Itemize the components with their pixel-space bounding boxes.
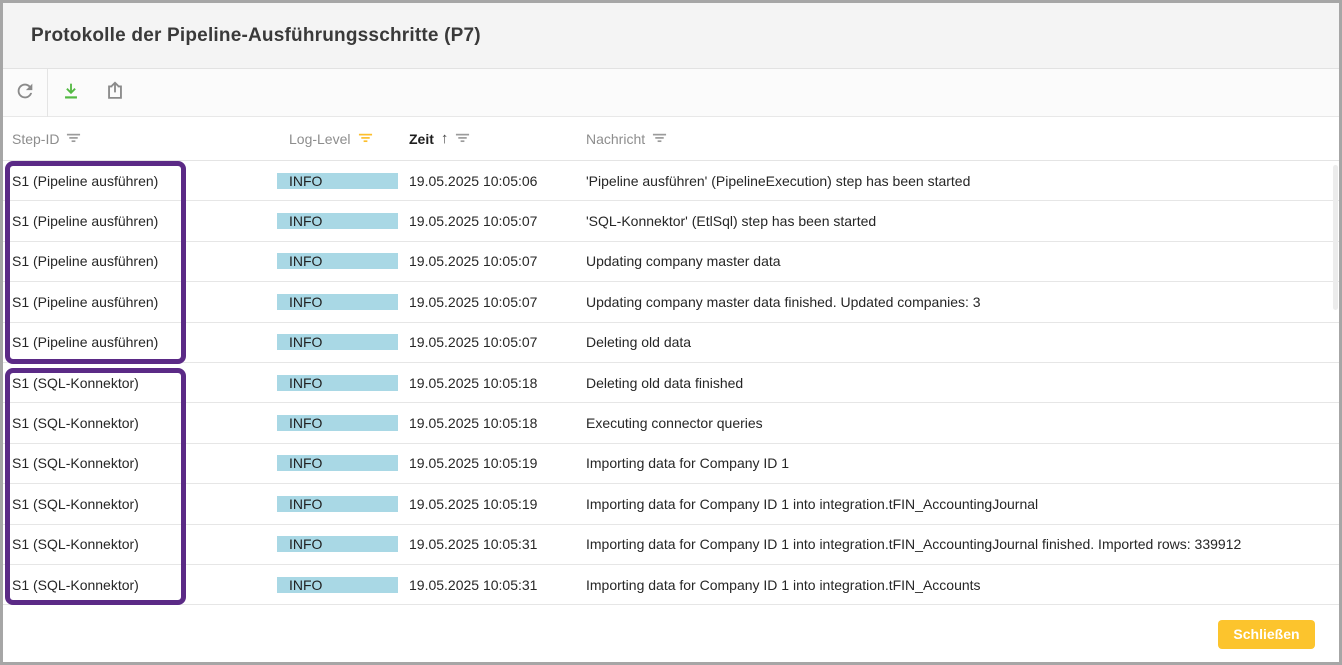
cell-log-level: INFO	[277, 444, 398, 483]
toolbar-divider	[47, 69, 48, 117]
table-row[interactable]: S1 (Pipeline ausführen) INFO 19.05.2025 …	[3, 201, 1339, 241]
filter-icon[interactable]	[66, 131, 81, 147]
cell-zeit: 19.05.2025 10:05:07	[398, 242, 586, 281]
pipeline-logs-dialog: Protokolle der Pipeline-Ausführungsschri…	[0, 0, 1342, 665]
cell-nachricht: 'SQL-Konnektor' (EtlSql) step has been s…	[586, 201, 1339, 240]
refresh-icon	[14, 80, 36, 105]
log-level-badge: INFO	[277, 213, 398, 229]
log-level-badge: INFO	[277, 496, 398, 512]
table-row[interactable]: S1 (Pipeline ausführen) INFO 19.05.2025 …	[3, 161, 1339, 201]
column-label-zeit: Zeit	[409, 131, 434, 147]
cell-step-id: S1 (SQL-Konnektor)	[3, 565, 277, 604]
cell-log-level: INFO	[277, 323, 398, 362]
cell-step-id: S1 (SQL-Konnektor)	[3, 363, 277, 402]
upload-icon	[104, 80, 126, 105]
table-row[interactable]: S1 (Pipeline ausführen) INFO 19.05.2025 …	[3, 282, 1339, 322]
cell-log-level: INFO	[277, 201, 398, 240]
cell-nachricht: 'Pipeline ausführen' (PipelineExecution)…	[586, 161, 1339, 200]
table-row[interactable]: S1 (SQL-Konnektor) INFO 19.05.2025 10:05…	[3, 565, 1339, 605]
column-label-log-level: Log-Level	[289, 131, 351, 147]
cell-nachricht: Deleting old data	[586, 323, 1339, 362]
cell-nachricht: Updating company master data	[586, 242, 1339, 281]
filter-icon-active[interactable]	[358, 131, 373, 147]
cell-step-id: S1 (Pipeline ausführen)	[3, 201, 277, 240]
cell-nachricht: Importing data for Company ID 1 into int…	[586, 565, 1339, 604]
log-level-badge: INFO	[277, 253, 398, 269]
filter-icon[interactable]	[652, 131, 667, 147]
log-level-badge: INFO	[277, 334, 398, 350]
cell-step-id: S1 (SQL-Konnektor)	[3, 525, 277, 564]
log-level-badge: INFO	[277, 415, 398, 431]
cell-zeit: 19.05.2025 10:05:18	[398, 403, 586, 442]
download-button[interactable]	[54, 76, 88, 110]
column-header-log-level[interactable]: Log-Level	[277, 131, 398, 147]
cell-zeit: 19.05.2025 10:05:07	[398, 282, 586, 321]
table-row[interactable]: S1 (Pipeline ausführen) INFO 19.05.2025 …	[3, 242, 1339, 282]
cell-step-id: S1 (Pipeline ausführen)	[3, 242, 277, 281]
cell-log-level: INFO	[277, 282, 398, 321]
download-icon	[60, 80, 82, 105]
log-level-badge: INFO	[277, 536, 398, 552]
column-label-nachricht: Nachricht	[586, 131, 645, 147]
cell-log-level: INFO	[277, 242, 398, 281]
sort-asc-icon: ↑	[441, 130, 449, 147]
cell-log-level: INFO	[277, 525, 398, 564]
log-level-badge: INFO	[277, 375, 398, 391]
cell-log-level: INFO	[277, 565, 398, 604]
cell-nachricht: Updating company master data finished. U…	[586, 282, 1339, 321]
table-row[interactable]: S1 (SQL-Konnektor) INFO 19.05.2025 10:05…	[3, 525, 1339, 565]
toolbar	[3, 69, 1339, 117]
dialog-footer: Schließen	[3, 606, 1339, 662]
log-level-badge: INFO	[277, 577, 398, 593]
cell-zeit: 19.05.2025 10:05:31	[398, 525, 586, 564]
column-header-nachricht[interactable]: Nachricht	[586, 131, 1339, 147]
table-row[interactable]: S1 (Pipeline ausführen) INFO 19.05.2025 …	[3, 323, 1339, 363]
cell-zeit: 19.05.2025 10:05:07	[398, 323, 586, 362]
vertical-scrollbar-thumb[interactable]	[1333, 165, 1338, 310]
cell-nachricht: Importing data for Company ID 1 into int…	[586, 525, 1339, 564]
cell-zeit: 19.05.2025 10:05:31	[398, 565, 586, 604]
cell-zeit: 19.05.2025 10:05:19	[398, 444, 586, 483]
cell-nachricht: Executing connector queries	[586, 403, 1339, 442]
column-header-zeit[interactable]: Zeit ↑	[398, 130, 586, 147]
column-header-step-id[interactable]: Step-ID	[3, 131, 277, 147]
cell-zeit: 19.05.2025 10:05:18	[398, 363, 586, 402]
dialog-titlebar: Protokolle der Pipeline-Ausführungsschri…	[3, 3, 1339, 69]
refresh-button[interactable]	[8, 76, 42, 110]
log-level-badge: INFO	[277, 455, 398, 471]
log-level-badge: INFO	[277, 294, 398, 310]
table-header: Step-ID Log-Level Zeit ↑	[3, 117, 1339, 161]
cell-zeit: 19.05.2025 10:05:07	[398, 201, 586, 240]
cell-nachricht: Importing data for Company ID 1	[586, 444, 1339, 483]
upload-button[interactable]	[98, 76, 132, 110]
cell-step-id: S1 (SQL-Konnektor)	[3, 484, 277, 523]
cell-step-id: S1 (Pipeline ausführen)	[3, 161, 277, 200]
cell-log-level: INFO	[277, 484, 398, 523]
cell-log-level: INFO	[277, 161, 398, 200]
cell-step-id: S1 (Pipeline ausführen)	[3, 282, 277, 321]
page-title: Protokolle der Pipeline-Ausführungsschri…	[31, 25, 481, 47]
close-button[interactable]: Schließen	[1218, 620, 1315, 649]
cell-zeit: 19.05.2025 10:05:19	[398, 484, 586, 523]
cell-log-level: INFO	[277, 403, 398, 442]
table-body: S1 (Pipeline ausführen) INFO 19.05.2025 …	[3, 161, 1339, 606]
cell-log-level: INFO	[277, 363, 398, 402]
table-row[interactable]: S1 (SQL-Konnektor) INFO 19.05.2025 10:05…	[3, 444, 1339, 484]
filter-icon[interactable]	[455, 131, 470, 147]
cell-nachricht: Deleting old data finished	[586, 363, 1339, 402]
cell-step-id: S1 (SQL-Konnektor)	[3, 403, 277, 442]
table-row[interactable]: S1 (SQL-Konnektor) INFO 19.05.2025 10:05…	[3, 484, 1339, 524]
log-level-badge: INFO	[277, 173, 398, 189]
cell-step-id: S1 (Pipeline ausführen)	[3, 323, 277, 362]
column-label-step-id: Step-ID	[12, 131, 59, 147]
table-row[interactable]: S1 (SQL-Konnektor) INFO 19.05.2025 10:05…	[3, 403, 1339, 443]
cell-step-id: S1 (SQL-Konnektor)	[3, 444, 277, 483]
table-row[interactable]: S1 (SQL-Konnektor) INFO 19.05.2025 10:05…	[3, 363, 1339, 403]
cell-nachricht: Importing data for Company ID 1 into int…	[586, 484, 1339, 523]
cell-zeit: 19.05.2025 10:05:06	[398, 161, 586, 200]
